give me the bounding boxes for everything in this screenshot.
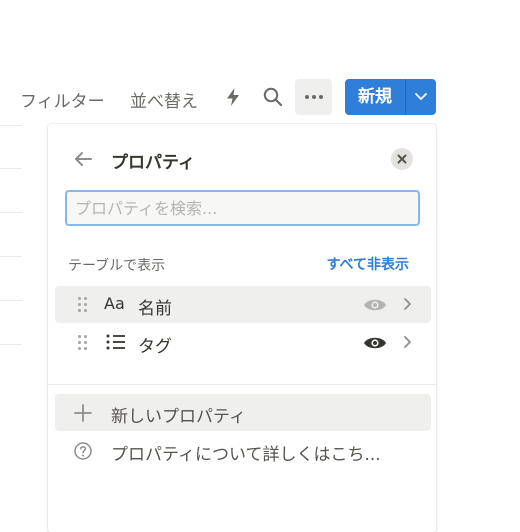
hide-all-button[interactable]: すべて非表示 [327, 254, 409, 274]
panel-title: プロパティ [111, 153, 195, 173]
table-row-divider [0, 256, 22, 257]
table-row-divider [0, 344, 22, 345]
drag-handle-icon[interactable] [78, 297, 88, 313]
more-horizontal-icon[interactable] [295, 79, 332, 115]
property-name: タグ [138, 337, 172, 357]
text-type-icon: Aa [104, 294, 125, 313]
table-row-divider [0, 212, 22, 213]
new-button[interactable]: 新規 [345, 79, 436, 115]
property-row[interactable]: タグ [55, 324, 431, 361]
chevron-right-icon[interactable] [401, 296, 415, 312]
table-row-divider [0, 300, 22, 301]
close-button[interactable] [391, 148, 413, 170]
new-property-label: 新しいプロパティ [111, 407, 246, 427]
learn-more-label: プロパティについて詳しくはこち... [111, 445, 381, 465]
drag-handle-icon[interactable] [78, 335, 88, 351]
database-toolbar: フィルター 並べ替え 新規 [0, 79, 440, 117]
divider [48, 384, 436, 385]
properties-panel: プロパティ テーブルで表示 すべて非表示 Aa 名前 [48, 124, 436, 532]
chevron-right-icon[interactable] [401, 334, 415, 350]
table-row-divider [0, 125, 22, 126]
list-icon [106, 334, 125, 350]
help-icon [74, 442, 92, 460]
new-dropdown-button[interactable] [406, 79, 436, 115]
chevron-down-icon [415, 93, 427, 100]
arrow-left-icon[interactable] [72, 148, 94, 170]
eye-icon[interactable] [363, 295, 387, 315]
property-name: 名前 [138, 299, 172, 319]
new-button-label[interactable]: 新規 [345, 79, 405, 115]
new-property-button[interactable]: 新しいプロパティ [55, 394, 431, 431]
filter-button[interactable]: フィルター [20, 87, 105, 112]
sort-button[interactable]: 並べ替え [130, 87, 198, 112]
bolt-icon[interactable] [222, 86, 244, 108]
table-row-divider [0, 168, 22, 169]
plus-icon [74, 404, 92, 422]
close-icon [397, 154, 407, 164]
learn-more-link[interactable]: プロパティについて詳しくはこち... [55, 432, 431, 469]
section-label: テーブルで表示 [68, 258, 166, 274]
property-row[interactable]: Aa 名前 [55, 286, 431, 323]
search-icon[interactable] [262, 86, 284, 108]
property-search-input[interactable] [65, 190, 420, 226]
eye-icon[interactable] [363, 333, 387, 353]
